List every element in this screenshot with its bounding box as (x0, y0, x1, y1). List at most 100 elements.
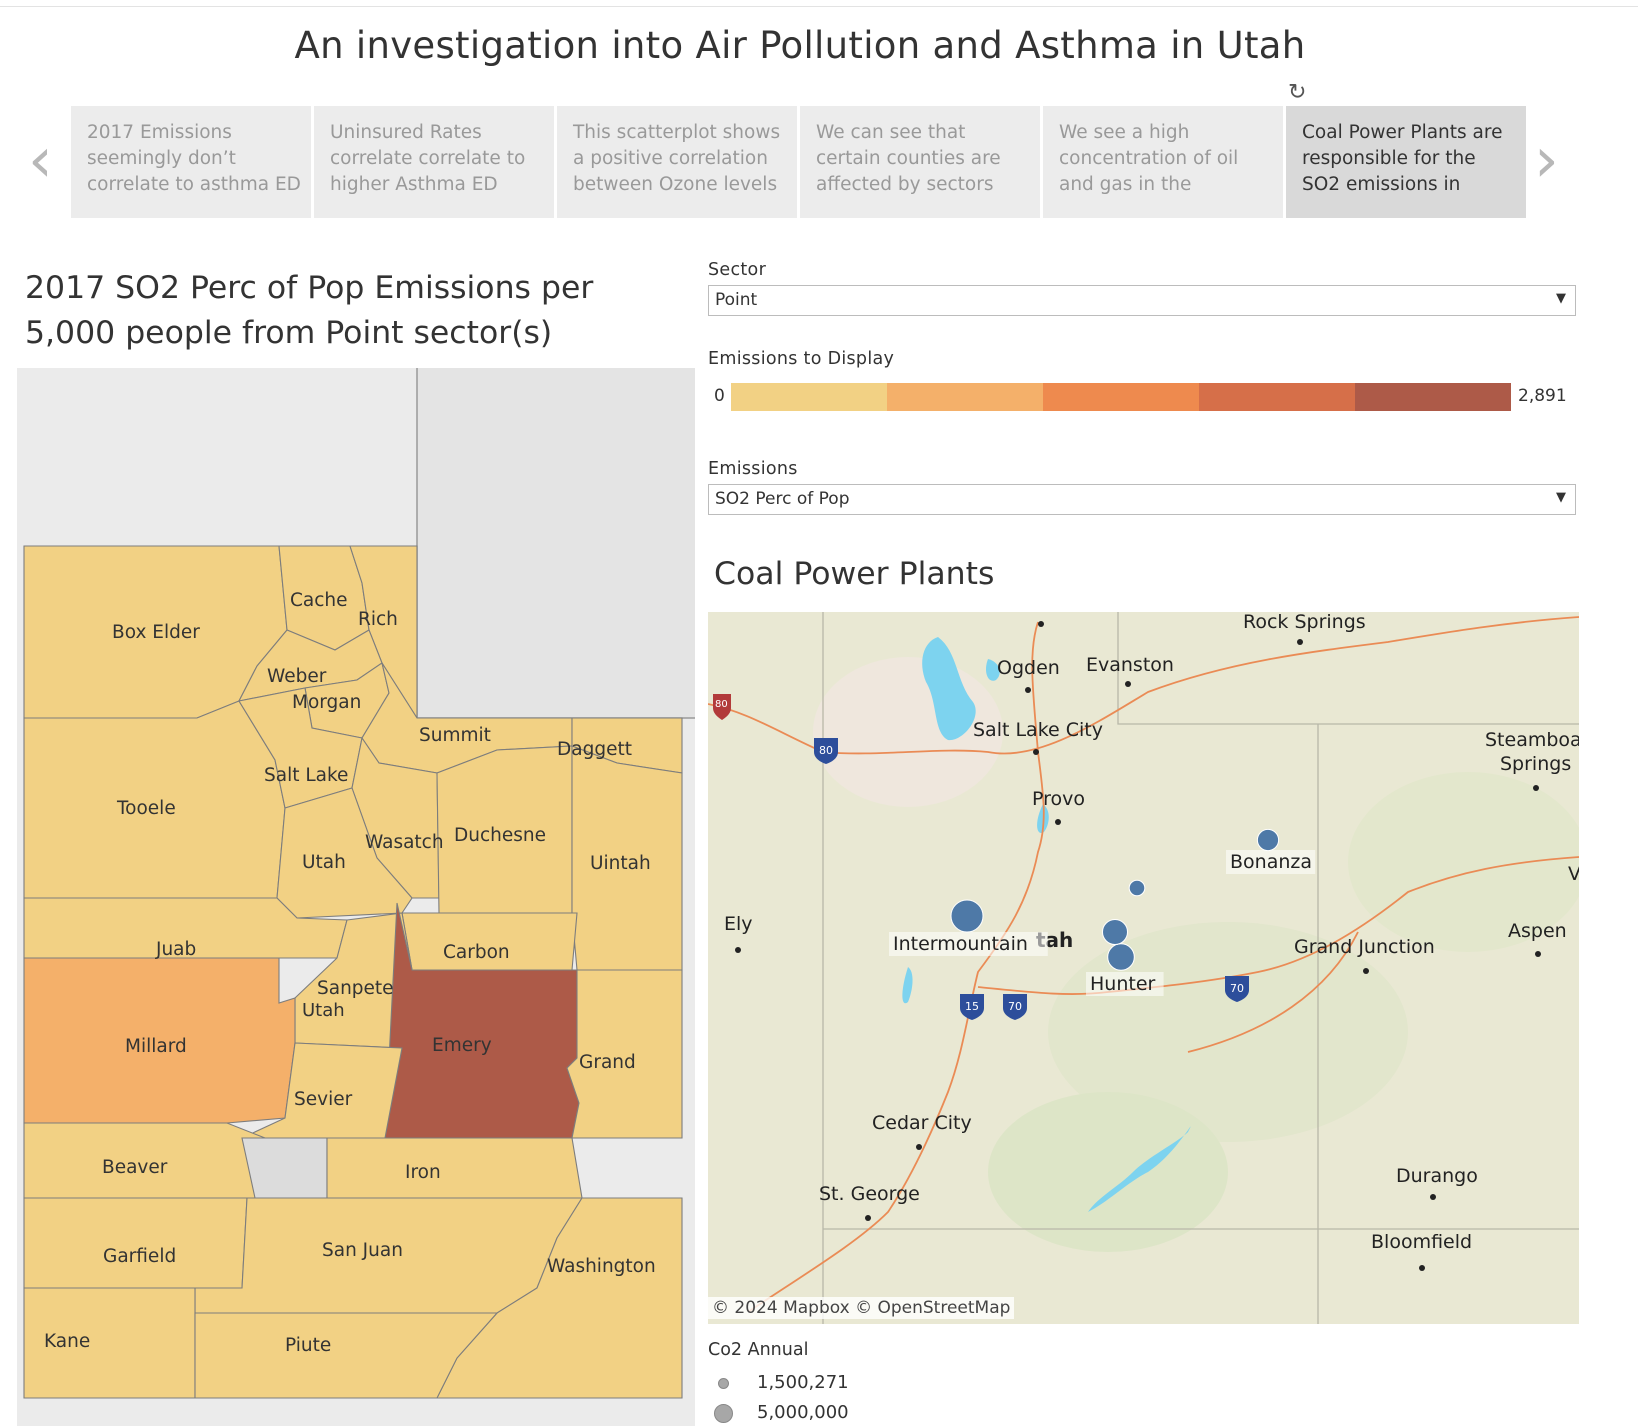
city-label: Aspen (1508, 920, 1567, 942)
chevron-down-icon[interactable]: ▼ (1556, 490, 1566, 505)
utah-county-map[interactable]: Box Elder Cache Rich Weber Morgan Summit… (17, 368, 695, 1426)
story-point-5[interactable]: We see a high concentration of oil and g… (1043, 106, 1283, 218)
county-label: San Juan (322, 1240, 403, 1261)
county-label: Emery (432, 1035, 492, 1056)
color-legend-swatch-1[interactable] (731, 383, 887, 411)
story-point-1[interactable]: 2017 Emissions seemingly don’t correlate… (71, 106, 311, 218)
top-divider (0, 6, 1638, 7)
sector-filter-label: Sector (708, 260, 767, 280)
sector-dropdown-value: Point (715, 290, 758, 310)
county-wayne[interactable] (326, 1137, 583, 1199)
city-label: Steamboa (1485, 729, 1579, 751)
county-label: Washington (547, 1256, 656, 1277)
coal-plant-marker[interactable] (950, 899, 984, 933)
highway-label: 70 (1008, 1000, 1022, 1013)
story-point-4[interactable]: We can see that certain counties are aff… (800, 106, 1040, 218)
county-label: Summit (419, 725, 491, 746)
county-label: Sevier (294, 1089, 353, 1110)
emissions-display-label: Emissions to Display (708, 349, 895, 369)
city-label: Springs (1500, 753, 1571, 775)
county-label: Box Elder (112, 622, 200, 643)
coal-plants-map[interactable]: 80 80 15 70 70 Rock Springs Ogden Evanst… (708, 612, 1579, 1324)
city-label: V (1568, 863, 1579, 885)
basemap-wyoming (417, 368, 695, 718)
highway-label: 80 (819, 744, 833, 757)
map-terrain (988, 1092, 1228, 1252)
color-legend-max: 2,891 (1518, 386, 1567, 406)
county-label: Carbon (443, 942, 510, 963)
city-label: Provo (1032, 788, 1085, 810)
coal-plant-marker[interactable] (1128, 879, 1146, 897)
county-label: Piute (285, 1335, 331, 1356)
city-label: Salt Lake City (973, 719, 1103, 741)
county-label: Wasatch (365, 832, 444, 853)
coal-plant-marker[interactable] (1102, 919, 1128, 945)
map-attribution[interactable]: © 2024 Mapbox © OpenStreetMap (708, 1297, 1015, 1319)
city-label: Ogden (997, 657, 1060, 679)
basemap-state-label: Utah (302, 1000, 345, 1021)
story-point-3[interactable]: This scatterplot shows a positive correl… (557, 106, 797, 218)
county-iron[interactable] (23, 1197, 248, 1289)
county-label: Millard (125, 1036, 187, 1057)
story-point-6-active[interactable]: Coal Power Plants are responsible for th… (1286, 106, 1526, 218)
sector-dropdown[interactable]: Point ▼ (708, 285, 1576, 316)
city-label: Evanston (1086, 654, 1174, 676)
chevron-down-icon[interactable]: ▼ (1556, 291, 1566, 306)
county-label: Iron (405, 1162, 441, 1183)
county-label: Beaver (102, 1157, 168, 1178)
chevron-left-icon[interactable]: ‹ (28, 129, 53, 191)
county-label: Morgan (292, 692, 361, 713)
county-label: Daggett (557, 739, 632, 760)
color-legend-bar[interactable] (731, 383, 1511, 411)
city-label: Rock Springs (1243, 612, 1366, 633)
county-label: Uintah (590, 853, 651, 874)
color-legend-min: 0 (714, 386, 725, 406)
dashboard-title: An investigation into Air Pollution and … (294, 24, 1306, 67)
county-label: Juab (155, 939, 196, 960)
plant-label: Bonanza (1230, 851, 1312, 873)
city-label: St. George (819, 1183, 920, 1205)
county-label: Kane (44, 1331, 90, 1352)
highway-label: 70 (1230, 982, 1244, 995)
coal-plants-title: Coal Power Plants (714, 556, 995, 592)
highway-label: 80 (715, 699, 728, 710)
county-label: Duchesne (454, 825, 546, 846)
highway-label: 15 (965, 1000, 979, 1013)
county-label: Sanpete (317, 978, 394, 999)
city-label: Cedar City (872, 1112, 972, 1134)
choropleth-title: 2017 SO2 Perc of Pop Emissions per 5,000… (25, 270, 594, 351)
plant-label: Intermountain (893, 933, 1028, 955)
county-label: Weber (267, 666, 327, 687)
county-label: Rich (358, 609, 398, 630)
plant-label: Hunter (1090, 973, 1156, 995)
county-label: Cache (290, 590, 348, 611)
city-label: Bloomfield (1371, 1231, 1472, 1253)
chevron-right-icon[interactable]: › (1534, 129, 1559, 191)
color-legend-swatch-3[interactable] (1043, 383, 1199, 411)
county-label: Garfield (103, 1246, 176, 1267)
emissions-dropdown-value: SO2 Perc of Pop (715, 489, 850, 509)
city-label: Durango (1396, 1165, 1478, 1187)
color-legend-swatch-4[interactable] (1199, 383, 1355, 411)
story-point-2[interactable]: Uninsured Rates correlate correlate to h… (314, 106, 554, 218)
coal-plant-marker[interactable] (1256, 828, 1280, 852)
color-legend-swatch-5[interactable] (1355, 383, 1511, 411)
size-legend-item[interactable]: 5,000,000 (714, 1402, 849, 1423)
emissions-dropdown[interactable]: SO2 Perc of Pop ▼ (708, 484, 1576, 515)
county-piute[interactable] (241, 1137, 328, 1199)
coal-plant-marker[interactable] (1107, 943, 1135, 971)
size-legend-label: 1,500,271 (757, 1372, 849, 1393)
county-label: Utah (302, 852, 346, 873)
city-label: Grand Junction (1294, 936, 1435, 958)
city-label: Ely (724, 913, 753, 935)
color-legend-swatch-2[interactable] (887, 383, 1043, 411)
size-legend-marker-large (714, 1403, 733, 1423)
size-legend-item[interactable]: 1,500,271 (718, 1372, 849, 1393)
size-legend-label: 5,000,000 (757, 1402, 849, 1423)
size-legend-title: Co2 Annual (708, 1340, 809, 1360)
county-label: Salt Lake (264, 765, 348, 786)
size-legend-marker-small (718, 1377, 729, 1389)
revert-icon[interactable]: ↻ (1288, 80, 1306, 105)
emissions-filter-label: Emissions (708, 459, 798, 479)
county-label: Tooele (116, 798, 176, 819)
